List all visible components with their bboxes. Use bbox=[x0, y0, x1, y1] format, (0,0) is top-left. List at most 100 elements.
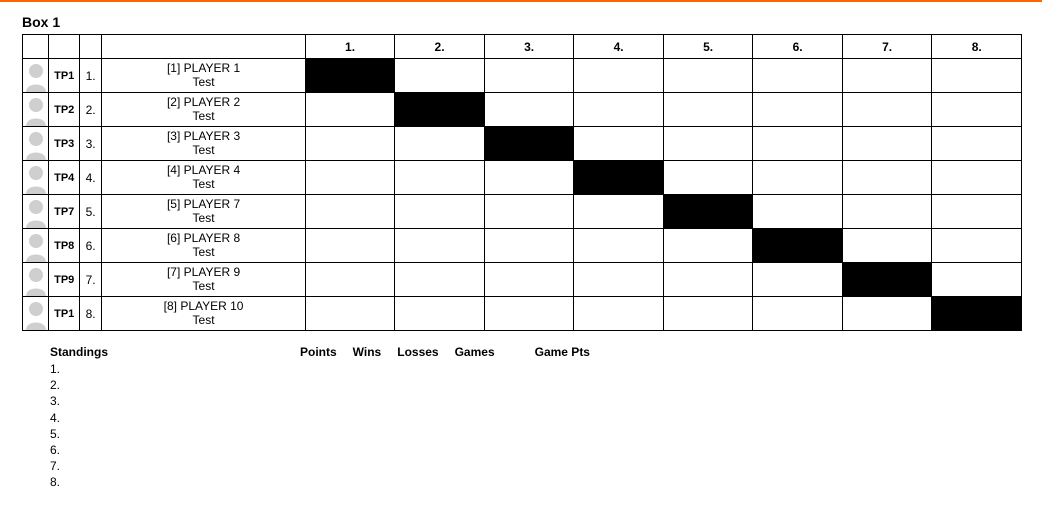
standings-section: Standings 1.2.3.4.5.6.7.8. PointsWinsLos… bbox=[22, 345, 1020, 491]
avatar-icon bbox=[24, 164, 48, 194]
matrix-score-cell bbox=[842, 161, 932, 195]
matrix-score-cell bbox=[395, 59, 485, 93]
matrix-score-cell bbox=[574, 229, 664, 263]
matrix-score-cell bbox=[305, 195, 395, 229]
matrix-score-cell bbox=[305, 127, 395, 161]
col-header: 5. bbox=[663, 35, 753, 59]
matrix-score-cell bbox=[663, 127, 753, 161]
table-row: TP44.[4] PLAYER 4Test bbox=[23, 161, 1022, 195]
col-header: 6. bbox=[753, 35, 843, 59]
matrix-score-cell bbox=[484, 297, 574, 331]
standings-columns: PointsWinsLossesGamesGame Pts bbox=[300, 345, 590, 359]
player-name-cell: [7] PLAYER 9Test bbox=[102, 263, 305, 297]
box-title: Box 1 bbox=[22, 14, 1020, 30]
player-name: PLAYER 7 bbox=[184, 197, 240, 211]
player-club: Test bbox=[102, 144, 304, 158]
matrix-score-cell bbox=[574, 297, 664, 331]
matrix-score-cell bbox=[842, 93, 932, 127]
player-seed: [6] bbox=[167, 231, 180, 245]
matrix-score-cell bbox=[932, 263, 1022, 297]
matrix-diagonal-cell bbox=[395, 93, 485, 127]
standings-column-header: Losses bbox=[397, 345, 438, 359]
player-avatar-cell bbox=[23, 93, 49, 127]
player-name-cell: [6] PLAYER 8Test bbox=[102, 229, 305, 263]
player-club: Test bbox=[102, 178, 304, 192]
player-row-number: 3. bbox=[79, 127, 101, 161]
matrix-score-cell bbox=[753, 59, 843, 93]
avatar-icon bbox=[24, 198, 48, 228]
player-avatar-cell bbox=[23, 195, 49, 229]
player-name: PLAYER 4 bbox=[184, 163, 240, 177]
player-code: TP2 bbox=[49, 93, 80, 127]
matrix-diagonal-cell bbox=[753, 229, 843, 263]
matrix-score-cell bbox=[484, 59, 574, 93]
player-name: PLAYER 10 bbox=[180, 299, 243, 313]
col-header: 8. bbox=[932, 35, 1022, 59]
matrix-score-cell bbox=[305, 93, 395, 127]
header-spacer bbox=[23, 35, 49, 59]
standings-rank: 2. bbox=[50, 377, 300, 393]
matrix-score-cell bbox=[574, 263, 664, 297]
matrix-score-cell bbox=[842, 297, 932, 331]
matrix-score-cell bbox=[395, 229, 485, 263]
table-row: TP22.[2] PLAYER 2Test bbox=[23, 93, 1022, 127]
standings-rank-list: 1.2.3.4.5.6.7.8. bbox=[50, 361, 300, 491]
matrix-score-cell bbox=[842, 127, 932, 161]
matrix-score-cell bbox=[753, 127, 843, 161]
player-avatar-cell bbox=[23, 297, 49, 331]
table-row: TP18.[8] PLAYER 10Test bbox=[23, 297, 1022, 331]
player-row-number: 2. bbox=[79, 93, 101, 127]
matrix-diagonal-cell bbox=[484, 127, 574, 161]
standings-column-header: Points bbox=[300, 345, 337, 359]
matrix-score-cell bbox=[663, 297, 753, 331]
player-seed: [5] bbox=[167, 197, 180, 211]
avatar-icon bbox=[24, 300, 48, 330]
matrix-score-cell bbox=[574, 59, 664, 93]
matrix-diagonal-cell bbox=[305, 59, 395, 93]
header-spacer bbox=[79, 35, 101, 59]
table-row: TP33.[3] PLAYER 3Test bbox=[23, 127, 1022, 161]
player-name-cell: [3] PLAYER 3Test bbox=[102, 127, 305, 161]
matrix-score-cell bbox=[484, 93, 574, 127]
player-name-cell: [8] PLAYER 10Test bbox=[102, 297, 305, 331]
table-row: TP86.[6] PLAYER 8Test bbox=[23, 229, 1022, 263]
header-spacer bbox=[102, 35, 305, 59]
col-header: 3. bbox=[484, 35, 574, 59]
player-code: TP4 bbox=[49, 161, 80, 195]
player-name-cell: [4] PLAYER 4Test bbox=[102, 161, 305, 195]
player-name: PLAYER 8 bbox=[184, 231, 240, 245]
avatar-icon bbox=[24, 130, 48, 160]
matrix-score-cell bbox=[663, 93, 753, 127]
matrix-score-cell bbox=[753, 93, 843, 127]
player-seed: [3] bbox=[167, 129, 180, 143]
matrix-score-cell bbox=[574, 195, 664, 229]
matrix-score-cell bbox=[574, 93, 664, 127]
standings-rank: 1. bbox=[50, 361, 300, 377]
matrix-diagonal-cell bbox=[574, 161, 664, 195]
standings-column-header: Wins bbox=[353, 345, 382, 359]
matrix-score-cell bbox=[305, 161, 395, 195]
matrix-score-cell bbox=[395, 297, 485, 331]
player-avatar-cell bbox=[23, 161, 49, 195]
player-seed: [7] bbox=[167, 265, 180, 279]
matrix-diagonal-cell bbox=[842, 263, 932, 297]
matrix-diagonal-cell bbox=[663, 195, 753, 229]
player-code: TP1 bbox=[49, 59, 80, 93]
standings-rank: 8. bbox=[50, 474, 300, 490]
player-code: TP7 bbox=[49, 195, 80, 229]
player-row-number: 7. bbox=[79, 263, 101, 297]
player-club: Test bbox=[102, 212, 304, 226]
matrix-score-cell bbox=[395, 263, 485, 297]
player-club: Test bbox=[102, 280, 304, 294]
matrix-score-cell bbox=[305, 263, 395, 297]
matrix-table: 1. 2. 3. 4. 5. 6. 7. 8. TP11.[1] PLAYER … bbox=[22, 34, 1022, 331]
matrix-score-cell bbox=[932, 195, 1022, 229]
matrix-score-cell bbox=[305, 297, 395, 331]
matrix-score-cell bbox=[663, 161, 753, 195]
matrix-diagonal-cell bbox=[932, 297, 1022, 331]
avatar-icon bbox=[24, 266, 48, 296]
player-code: TP1 bbox=[49, 297, 80, 331]
header-spacer bbox=[49, 35, 80, 59]
player-avatar-cell bbox=[23, 59, 49, 93]
player-avatar-cell bbox=[23, 127, 49, 161]
